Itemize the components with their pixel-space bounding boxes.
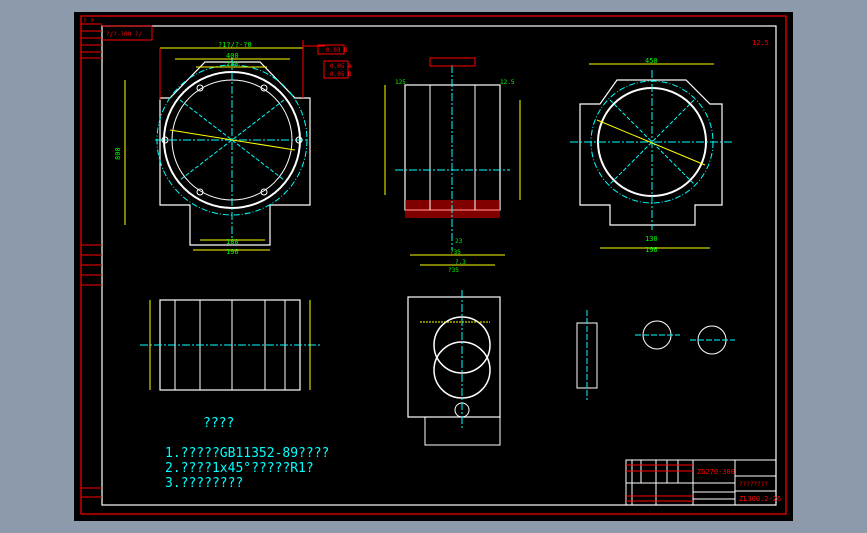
- dim-label: 400: [226, 52, 239, 60]
- dim-label: ?1?/?-?0: [218, 41, 252, 49]
- tolerance-label: 0.05 A: [330, 63, 352, 70]
- dim-label: 196: [226, 248, 239, 256]
- technical-notes: ???? 1.?????GB11352-89???? 2.????1x45°??…: [165, 416, 329, 491]
- dim-label: 196: [645, 246, 658, 254]
- dim-label: 125: [395, 79, 406, 86]
- view-bottom-left: [140, 299, 320, 391]
- part-name: ????????: [739, 481, 768, 488]
- dim-label: 12.5: [500, 79, 515, 86]
- left-margin-table: [81, 23, 153, 498]
- view-top-middle: 125 12.5 23 ?35 ?.3 ?35: [384, 57, 521, 274]
- view-top-left: ?1?/?-?0 400 230 180 196 800 0.03 B 0.05…: [114, 40, 352, 256]
- dim-label: 130: [645, 235, 658, 243]
- dim-label: ?.3: [455, 259, 466, 266]
- dim-label: ?35: [450, 249, 461, 256]
- roughness-symbol: 12.5: [752, 39, 769, 47]
- view-top-right: 450 130 196 12.5: [570, 39, 769, 254]
- notes-heading: ????: [203, 416, 234, 431]
- corner-label: ? ?: [83, 18, 94, 25]
- dim-label: 230: [226, 60, 239, 68]
- drawing-sheet: ? ? ?/?-?00 ?/ ?1?/?-?0 400 230 180 196 …: [80, 15, 787, 515]
- material-label: ZG270-300: [697, 468, 735, 476]
- drawing-number: ZL300.2-26: [739, 495, 781, 503]
- cad-drawing-canvas[interactable]: ? ? ?/?-?00 ?/ ?1?/?-?0 400 230 180 196 …: [74, 12, 793, 521]
- title-block: ZG270-300 ???????? ZL300.2-26: [625, 459, 781, 506]
- dim-label: 180: [226, 238, 239, 246]
- tolerance-frames: 0.03 B 0.05 A 0.05 B: [317, 44, 352, 79]
- dim-label: ?35: [448, 267, 459, 274]
- note-line: 3.????????: [165, 476, 243, 491]
- tolerance-label: 0.05 B: [330, 71, 352, 78]
- note-line: 1.?????GB11352-89????: [165, 446, 329, 461]
- note-line: 2.????1x45°?????R1?: [165, 461, 314, 476]
- detail-views: [576, 310, 735, 400]
- dim-label: 23: [455, 238, 463, 245]
- tolerance-label: 0.03 B: [326, 47, 348, 54]
- dim-label: 450: [645, 57, 658, 65]
- dim-label: 800: [114, 147, 122, 160]
- view-bottom-middle: [407, 290, 501, 446]
- frame-label: ?/?-?00 ?/: [106, 31, 143, 38]
